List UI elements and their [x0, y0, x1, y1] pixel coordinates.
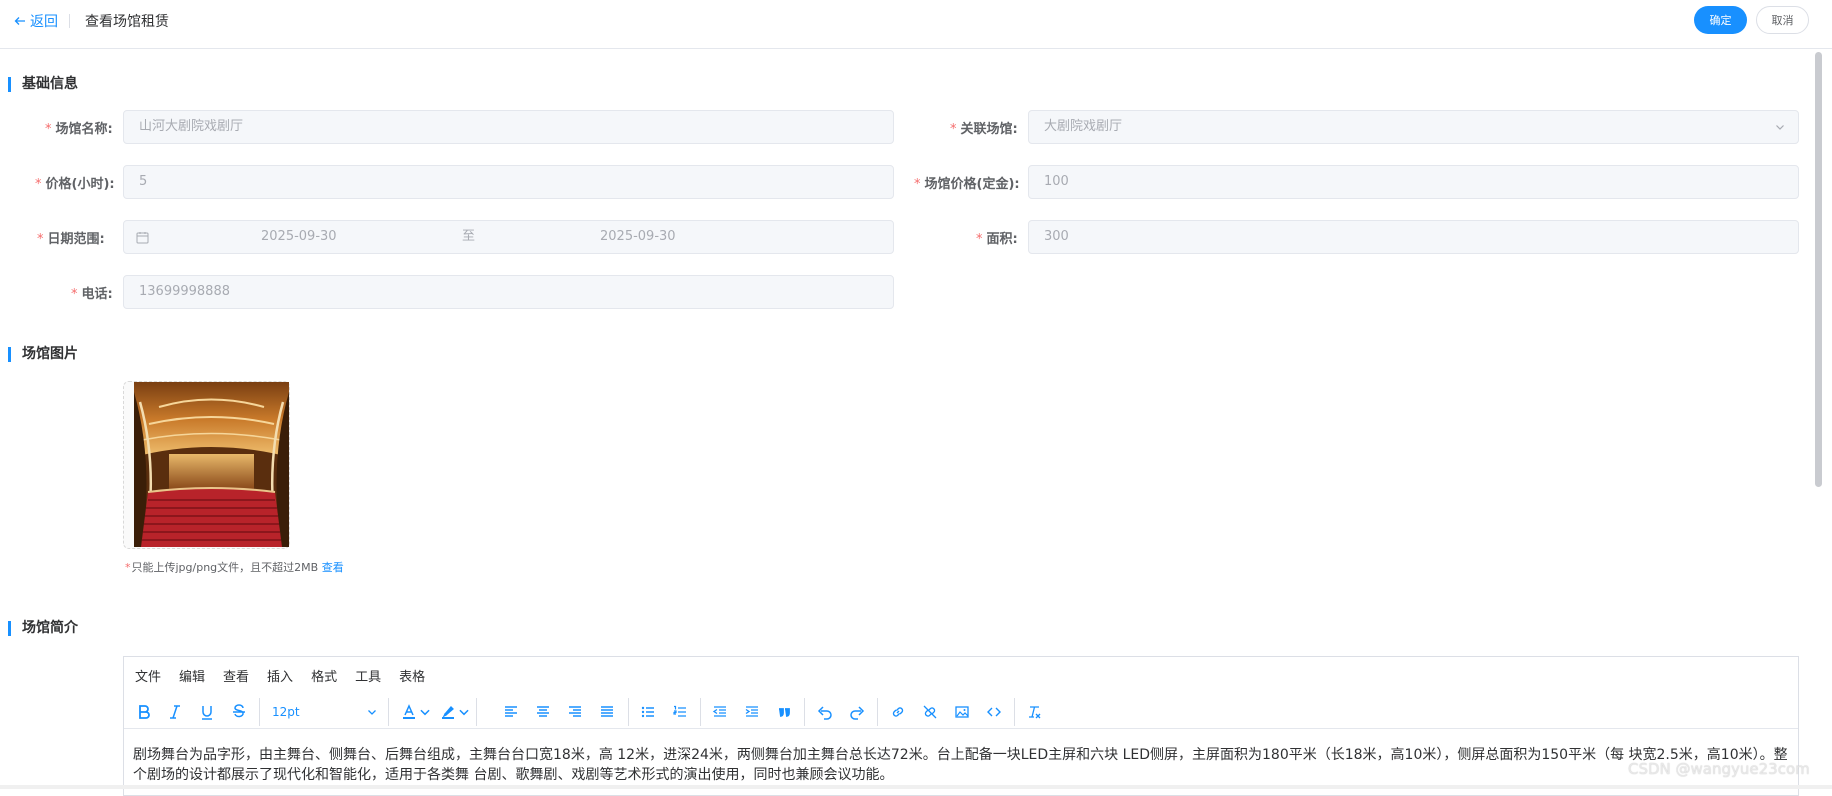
- numbered-list-icon[interactable]: [669, 701, 691, 723]
- back-label: 返回: [30, 14, 58, 30]
- related-venue-label: * 关联场馆:: [950, 122, 1018, 137]
- editor-toolbar: 12pt: [124, 693, 1798, 729]
- date-start[interactable]: 2025-09-30: [261, 221, 337, 253]
- price-hour-label: * 价格(小时):: [35, 177, 115, 192]
- phone-input[interactable]: 13699998888: [123, 275, 894, 309]
- arrow-left-icon: [14, 17, 25, 25]
- chevron-down-icon[interactable]: [418, 701, 432, 723]
- price-hour-input[interactable]: 5: [123, 165, 894, 199]
- vertical-scrollbar[interactable]: [1815, 52, 1822, 487]
- chevron-down-icon: [1776, 125, 1784, 130]
- unlink-icon[interactable]: [919, 701, 941, 723]
- outdent-icon[interactable]: [709, 701, 731, 723]
- underline-icon[interactable]: [196, 701, 218, 723]
- view-link[interactable]: 查看: [322, 561, 344, 574]
- divider: [69, 14, 70, 28]
- section-title-basic: 基础信息: [8, 77, 78, 92]
- date-separator: 至: [462, 229, 476, 244]
- top-bar: 返回 查看场馆租赁 确定 取消: [0, 0, 1832, 49]
- area-input[interactable]: 300: [1028, 220, 1799, 254]
- confirm-button[interactable]: 确定: [1694, 6, 1747, 34]
- related-venue-value: 大剧院戏剧厅: [1044, 119, 1123, 134]
- rich-text-editor: 文件 编辑 查看 插入 格式 工具 表格 12pt 剧场舞台为品字形，由主舞台、…: [123, 656, 1799, 796]
- calendar-icon: [136, 232, 149, 244]
- horizontal-scrollbar[interactable]: [0, 785, 1832, 789]
- menu-file[interactable]: 文件: [135, 666, 161, 685]
- cancel-button[interactable]: 取消: [1756, 6, 1809, 34]
- italic-icon[interactable]: [164, 701, 186, 723]
- align-center-icon[interactable]: [532, 701, 554, 723]
- bullet-list-icon[interactable]: [637, 701, 659, 723]
- highlight-color-icon[interactable]: [437, 701, 459, 723]
- font-size-select[interactable]: 12pt: [264, 700, 384, 724]
- menu-edit[interactable]: 编辑: [179, 666, 205, 685]
- venue-photo[interactable]: [134, 382, 289, 547]
- undo-icon[interactable]: [814, 701, 836, 723]
- align-justify-icon[interactable]: [596, 701, 618, 723]
- section-title-images: 场馆图片: [8, 347, 78, 362]
- image-icon[interactable]: [951, 701, 973, 723]
- menu-format[interactable]: 格式: [311, 666, 337, 685]
- venue-name-label: * 场馆名称:: [45, 122, 113, 137]
- clear-format-icon[interactable]: [1023, 701, 1045, 723]
- menu-view[interactable]: 查看: [223, 666, 249, 685]
- back-link[interactable]: 返回: [14, 11, 58, 31]
- menu-tools[interactable]: 工具: [355, 666, 381, 685]
- watermark: CSDN @wangyue23com: [1628, 760, 1810, 778]
- menu-insert[interactable]: 插入: [267, 666, 293, 685]
- indent-icon[interactable]: [741, 701, 763, 723]
- link-icon[interactable]: [887, 701, 909, 723]
- menu-table[interactable]: 表格: [399, 666, 425, 685]
- upload-hint: *只能上传jpg/png文件，且不超过2MB 查看: [125, 561, 344, 574]
- bold-icon[interactable]: [133, 701, 155, 723]
- text-color-icon[interactable]: [398, 701, 420, 723]
- venue-name-input[interactable]: 山河大剧院戏剧厅: [123, 110, 894, 144]
- redo-icon[interactable]: [846, 701, 868, 723]
- date-end[interactable]: 2025-09-30: [600, 221, 676, 253]
- chevron-down-icon[interactable]: [457, 701, 471, 723]
- date-range-picker[interactable]: 2025-09-30 至 2025-09-30: [123, 220, 894, 254]
- blockquote-icon[interactable]: [773, 701, 795, 723]
- deposit-input[interactable]: 100: [1028, 165, 1799, 199]
- code-icon[interactable]: [983, 701, 1005, 723]
- phone-label: * 电话:: [71, 287, 113, 302]
- align-left-icon[interactable]: [500, 701, 522, 723]
- align-right-icon[interactable]: [564, 701, 586, 723]
- date-range-label: * 日期范围:: [37, 232, 105, 247]
- deposit-label: * 场馆价格(定金):: [914, 177, 1020, 192]
- related-venue-select[interactable]: 大剧院戏剧厅: [1028, 110, 1799, 144]
- editor-menubar: 文件 编辑 查看 插入 格式 工具 表格: [124, 657, 1798, 693]
- page-title: 查看场馆租赁: [85, 14, 169, 30]
- area-label: * 面积:: [976, 232, 1018, 247]
- editor-content[interactable]: 剧场舞台为品字形，由主舞台、侧舞台、后舞台组成，主舞台台口宽18米，高 12米，…: [133, 745, 1788, 785]
- section-title-intro: 场馆简介: [8, 621, 78, 636]
- font-size-value: 12pt: [272, 705, 300, 719]
- strikethrough-icon[interactable]: [228, 701, 250, 723]
- chevron-down-icon: [368, 710, 376, 715]
